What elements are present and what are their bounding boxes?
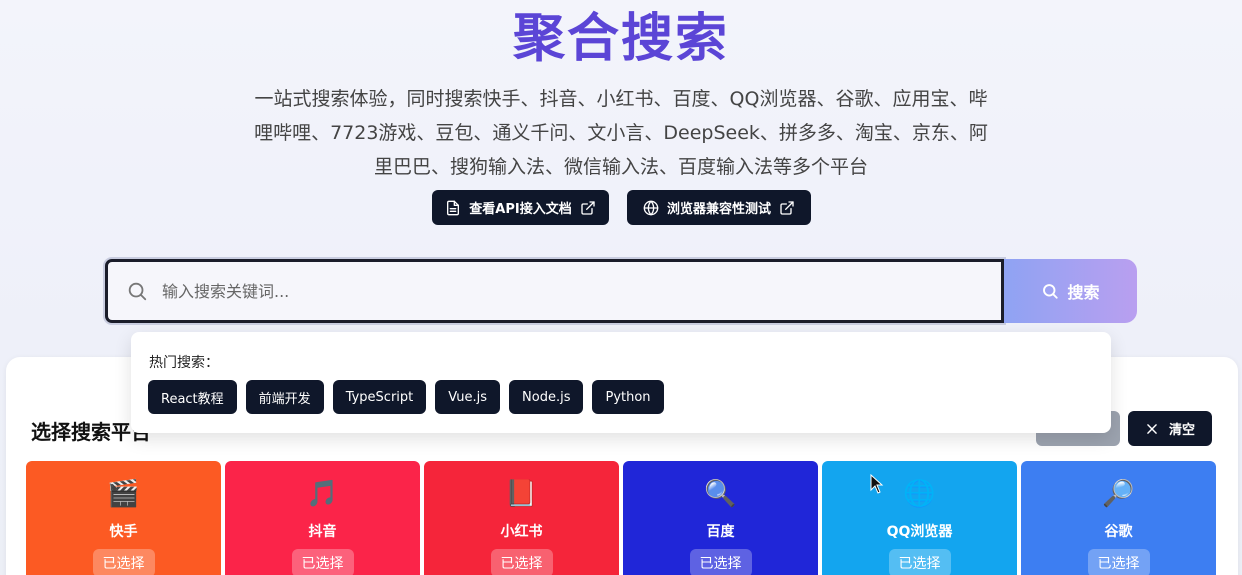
hot-tag[interactable]: 前端开发: [245, 380, 324, 414]
magnifier-right-icon: 🔎: [1102, 479, 1135, 509]
platform-card-kuaishou[interactable]: 🎬 快手 已选择: [26, 461, 221, 575]
compat-test-label: 浏览器兼容性测试: [666, 202, 771, 217]
platform-card-google[interactable]: 🔎 谷歌 已选择: [1021, 461, 1216, 575]
platform-name: 百度: [706, 524, 735, 540]
document-icon: [447, 200, 460, 215]
magnifier-icon: 🔍: [704, 479, 737, 509]
platform-name: 快手: [109, 524, 138, 540]
selected-badge: 已选择: [888, 549, 951, 575]
platform-card-baidu[interactable]: 🔍 百度 已选择: [623, 461, 818, 575]
close-icon: [1147, 423, 1157, 434]
platform-name: QQ浏览器: [886, 524, 953, 540]
music-note-icon: 🎵: [306, 479, 339, 509]
platform-card-xiaohongshu[interactable]: 📕 小红书 已选择: [424, 461, 619, 575]
clapper-icon: 🎬: [107, 479, 140, 509]
external-link-icon: [780, 200, 794, 215]
selected-badge: 已选择: [689, 549, 752, 575]
compat-test-button[interactable]: 浏览器兼容性测试: [627, 190, 811, 225]
platform-cards: 🎬 快手 已选择 🎵 抖音 已选择 📕 小红书 已选择 🔍 百度 已选择 🌐 Q…: [26, 461, 1216, 575]
hot-tag[interactable]: Node.js: [509, 380, 584, 414]
hot-search-label: 热门搜索：: [149, 355, 219, 371]
hot-tag[interactable]: TypeScript: [332, 380, 427, 414]
platform-name: 谷歌: [1104, 524, 1133, 540]
platform-card-qq-browser[interactable]: 🌐 QQ浏览器 已选择: [822, 461, 1017, 575]
selected-badge: 已选择: [92, 549, 155, 575]
hot-tag[interactable]: Python: [592, 380, 664, 414]
search-button[interactable]: 搜索: [1004, 259, 1137, 323]
selected-badge: 已选择: [1087, 549, 1150, 575]
mouse-cursor-icon: [870, 474, 884, 494]
globe-icon: [643, 200, 659, 215]
clear-button[interactable]: 清空: [1128, 411, 1212, 446]
search-button-label: 搜索: [1067, 283, 1100, 302]
selected-badge: 已选择: [291, 549, 354, 575]
clear-label: 清空: [1168, 423, 1195, 438]
hot-tag[interactable]: Vue.js: [435, 380, 501, 414]
platform-name: 小红书: [500, 524, 543, 540]
hero-description: 一站式搜索体验，同时搜索快手、抖音、小红书、百度、QQ浏览器、谷歌、应用宝、哔哩…: [254, 88, 988, 178]
red-book-icon: 📕: [505, 479, 538, 509]
hot-tag[interactable]: React教程: [148, 380, 237, 414]
platform-name: 抖音: [308, 524, 337, 540]
page-title: 聚合搜索: [512, 9, 729, 69]
hot-search-tags: React教程 前端开发 TypeScript Vue.js Node.js P…: [148, 380, 664, 414]
api-doc-label: 查看API接入文档: [469, 202, 572, 217]
hot-search-dropdown: 热门搜索： React教程 前端开发 TypeScript Vue.js Nod…: [131, 332, 1111, 433]
search-icon: [128, 282, 147, 301]
selected-badge: 已选择: [490, 549, 553, 575]
external-link-icon: [581, 200, 595, 215]
api-doc-button[interactable]: 查看API接入文档: [432, 190, 609, 225]
search-input[interactable]: [162, 281, 942, 301]
search-box: [105, 259, 1004, 323]
globe-icon: 🌐: [903, 479, 936, 509]
search-icon: [1043, 284, 1059, 299]
platform-card-douyin[interactable]: 🎵 抖音 已选择: [225, 461, 420, 575]
